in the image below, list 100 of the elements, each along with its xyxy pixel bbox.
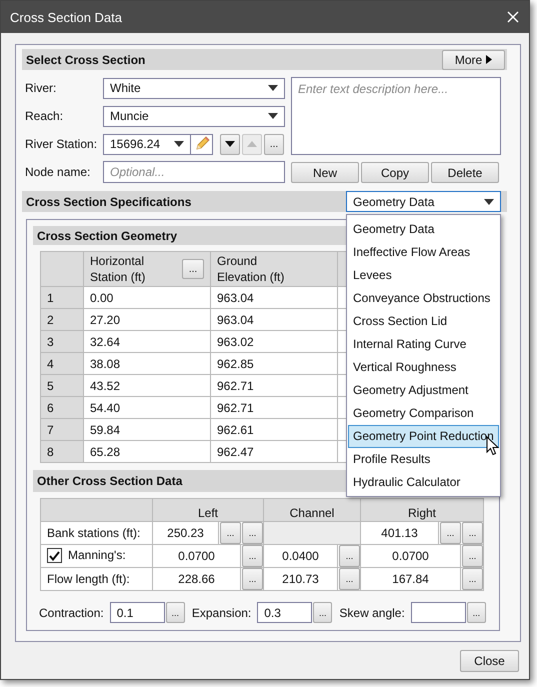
menu-item[interactable]: Profile Results xyxy=(348,448,499,471)
coefficient-field[interactable] xyxy=(410,602,466,623)
menu-item[interactable]: Vertical Roughness xyxy=(348,356,499,379)
menu-item[interactable]: Conveyance Obstructions xyxy=(348,287,499,310)
more-options-button[interactable]: ... xyxy=(264,134,284,154)
value-field[interactable]: 228.66 xyxy=(153,568,241,590)
dropdown[interactable]: White xyxy=(103,78,285,98)
menu-item[interactable]: Hydraulic Calculator xyxy=(348,471,499,494)
menu-item[interactable]: Geometry Comparison xyxy=(348,402,499,425)
table-cell: 59.84 xyxy=(84,418,210,440)
field-label: Contraction: xyxy=(39,606,104,620)
field-label: River Station: xyxy=(25,137,98,151)
caret-up-icon xyxy=(247,141,257,147)
table-cell: 43.52 xyxy=(84,374,210,396)
view-dropdown[interactable]: Geometry Data xyxy=(346,191,501,212)
table-cell: 0.00 xyxy=(84,286,210,308)
more-options-button[interactable]: ... xyxy=(220,522,241,544)
row-label-text: Bank stations (ft): xyxy=(47,526,140,540)
value-field[interactable]: 210.73 xyxy=(264,568,338,590)
value-field[interactable]: 250.23 xyxy=(153,522,219,544)
more-button[interactable]: More xyxy=(442,50,505,70)
section-title: Cross Section Specifications xyxy=(26,194,192,208)
caret-icon xyxy=(268,85,278,91)
table-cell: 27.20 xyxy=(84,308,210,330)
section-title: Cross Section Geometry xyxy=(37,228,178,242)
more-options-button[interactable]: ... xyxy=(462,568,483,590)
more-options-button[interactable]: ... xyxy=(242,545,263,567)
more-options-button[interactable]: ... xyxy=(462,522,483,544)
menu-item[interactable]: Geometry Data xyxy=(348,218,499,241)
value-field[interactable]: 0.0700 xyxy=(361,545,461,567)
action-button[interactable]: Delete xyxy=(431,162,499,183)
caret-icon xyxy=(484,198,494,204)
row-number: 6 xyxy=(40,396,84,418)
field-label: Expansion: xyxy=(192,606,252,620)
action-button[interactable]: New xyxy=(291,162,359,183)
caret-down-icon xyxy=(225,141,235,147)
section-title: Select Cross Section xyxy=(26,52,146,66)
more-options-button[interactable]: ... xyxy=(462,545,483,567)
field-label: Reach: xyxy=(25,109,64,123)
row-label-text: Flow length (ft): xyxy=(47,572,130,586)
more-options-button[interactable]: ... xyxy=(182,259,204,279)
menu-item[interactable]: Geometry Adjustment xyxy=(348,379,499,402)
table-cell: 32.64 xyxy=(84,330,210,352)
table-cell: 963.04 xyxy=(210,308,338,330)
value-field[interactable]: 0.0700 xyxy=(153,545,241,567)
column-header: Left xyxy=(152,498,264,522)
edit-button[interactable] xyxy=(191,134,213,154)
more-options-button[interactable]: ... xyxy=(242,568,263,590)
column-header: Right xyxy=(360,498,484,522)
more-options-button[interactable]: ... xyxy=(339,568,360,590)
row-number: 2 xyxy=(40,308,84,330)
field-label: Skew angle: xyxy=(339,606,405,620)
table-cell: 963.04 xyxy=(210,286,338,308)
menu-item[interactable]: Internal Rating Curve xyxy=(348,333,499,356)
menu-item[interactable]: Cross Section Lid xyxy=(348,310,499,333)
row-label-text: Manning's: xyxy=(68,548,126,562)
row-number: 1 xyxy=(40,286,84,308)
pencil-icon xyxy=(194,136,210,152)
more-options-button[interactable]: ... xyxy=(242,522,263,544)
field-label: Node name: xyxy=(25,165,92,179)
more-options-button[interactable]: ... xyxy=(440,522,461,544)
node-name-field[interactable]: Optional... xyxy=(103,161,285,183)
dropdown[interactable]: Muncie xyxy=(103,106,285,126)
table-cell: 38.08 xyxy=(84,352,210,374)
field-label: River: xyxy=(25,81,58,95)
close-button[interactable]: Close xyxy=(460,650,519,672)
row-number: 7 xyxy=(40,418,84,440)
value-field[interactable]: 401.13 xyxy=(361,522,439,544)
coefficient-field[interactable]: 0.1 xyxy=(110,602,165,623)
column-title: Horizontal Station (ft) xyxy=(90,253,146,285)
menu-item[interactable]: Ineffective Flow Areas xyxy=(348,241,499,264)
description-field[interactable]: Enter text description here... xyxy=(291,77,501,155)
down-button[interactable] xyxy=(220,134,240,154)
more-options-button[interactable]: ... xyxy=(466,602,486,623)
section-title: Other Cross Section Data xyxy=(37,474,182,488)
more-options-button[interactable]: ... xyxy=(313,602,332,623)
caret-icon xyxy=(174,141,184,147)
table-cell: 962.71 xyxy=(210,374,338,396)
value-field[interactable]: 167.84 xyxy=(361,568,461,590)
table-cell: 962.85 xyxy=(210,352,338,374)
menu-item[interactable]: Levees xyxy=(348,264,499,287)
table-cell: 962.47 xyxy=(210,440,338,462)
value-field[interactable]: 0.0400 xyxy=(264,545,338,567)
table-cell: 54.40 xyxy=(84,396,210,418)
close-icon[interactable] xyxy=(507,11,519,23)
table-cell: 962.61 xyxy=(210,418,338,440)
table-cell: 963.02 xyxy=(210,330,338,352)
table-cell: 65.28 xyxy=(84,440,210,462)
arrow-right-icon xyxy=(486,55,492,64)
coefficient-field[interactable]: 0.3 xyxy=(257,602,312,623)
more-options-button[interactable]: ... xyxy=(339,545,360,567)
row-number: 3 xyxy=(40,330,84,352)
checkbox[interactable] xyxy=(47,548,62,564)
action-button[interactable]: Copy xyxy=(361,162,429,183)
more-options-button[interactable]: ... xyxy=(166,602,185,623)
column-title: Ground Elevation (ft) xyxy=(217,253,286,285)
row-number: 4 xyxy=(40,352,84,374)
table-cell: 962.71 xyxy=(210,396,338,418)
column-header: Channel xyxy=(264,498,360,522)
dropdown[interactable]: 15696.24 xyxy=(103,134,191,154)
